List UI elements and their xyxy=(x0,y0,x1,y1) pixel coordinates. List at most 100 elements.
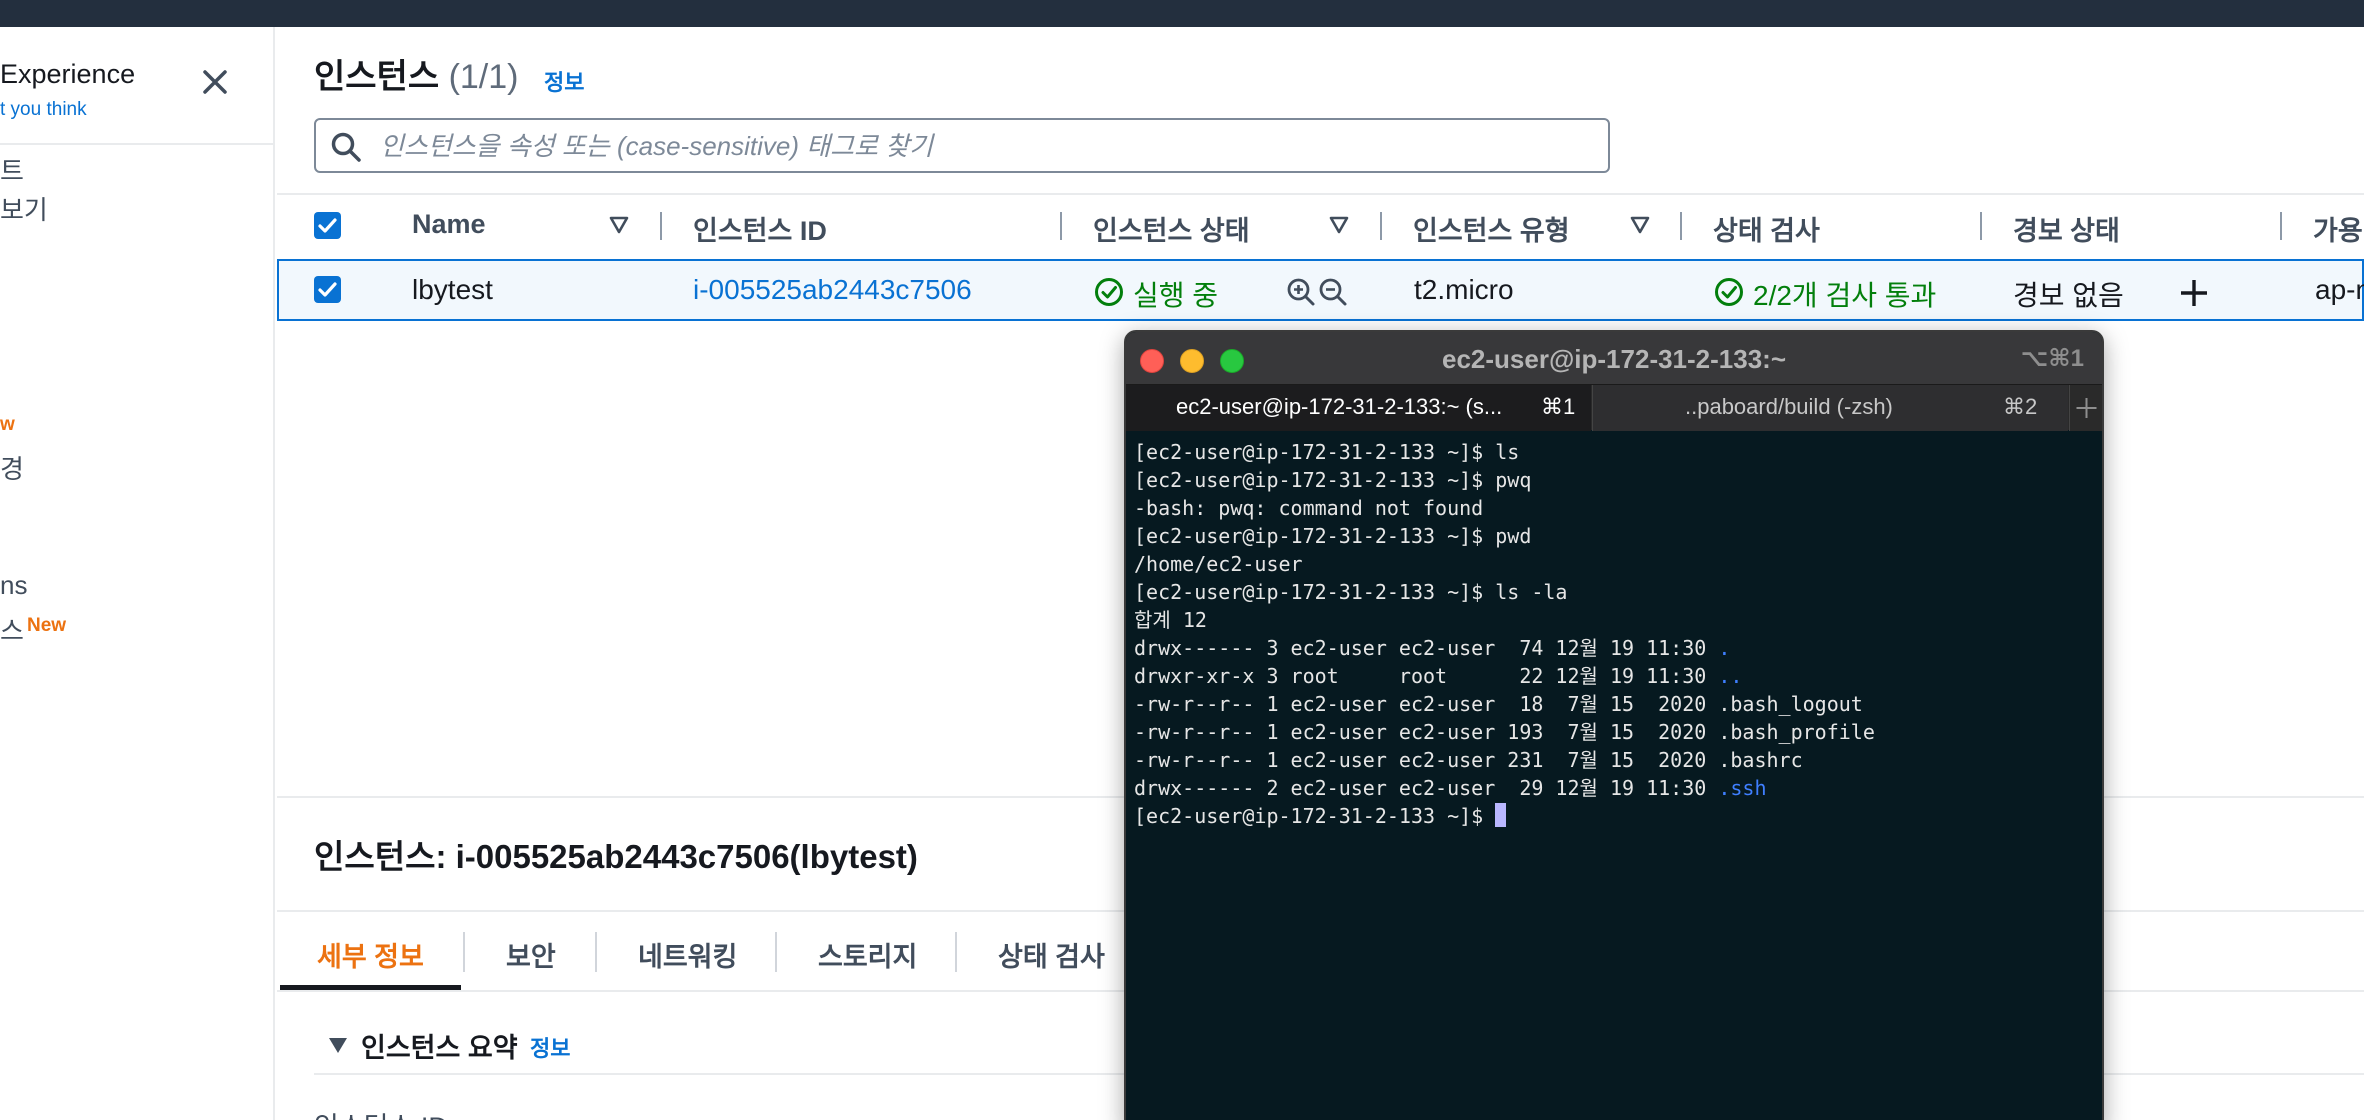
status-check-result[interactable]: 2/2개 검사 통과 xyxy=(1753,274,1936,314)
column-separator[interactable] xyxy=(1980,212,1982,240)
column-separator[interactable] xyxy=(660,212,662,240)
listing-info: drwxr-xr-x 3 root root 22 12월 19 11:30 xyxy=(1134,664,1719,688)
sort-down-icon[interactable] xyxy=(607,213,631,237)
instance-id-link[interactable]: i-005525ab2443c7506 xyxy=(693,274,972,306)
terminal-window[interactable]: ec2-user@ip-172-31-2-133:~ ⌥⌘1 ec2-user@… xyxy=(1124,330,2104,1120)
sidebar-item-4[interactable]: ns xyxy=(0,570,27,601)
select-all-checkbox[interactable] xyxy=(314,212,341,239)
tab-security[interactable]: 보안 xyxy=(506,935,556,974)
row-checkbox[interactable] xyxy=(314,276,341,303)
field-label-instance-id: 인스턴스 ID xyxy=(314,1105,448,1120)
terminal-shortcut: ⌥⌘1 xyxy=(2020,345,2084,372)
terminal-line: 합계 12 xyxy=(1134,608,1207,632)
info-link[interactable]: 정보 xyxy=(544,65,584,97)
sidebar-new-fragment: w xyxy=(0,414,15,435)
column-header-name[interactable]: Name xyxy=(412,209,486,240)
top-nav-bar xyxy=(0,0,2364,27)
detail-panel-title: 인스턴스: i-005525ab2443c7506(lbytest) xyxy=(314,838,918,875)
sort-down-icon[interactable] xyxy=(1327,213,1351,237)
column-separator[interactable] xyxy=(1380,212,1382,240)
listing-dir-name: .ssh xyxy=(1718,776,1767,800)
column-header-instance-type[interactable]: 인스턴스 유형 xyxy=(1413,209,1570,248)
check-circle-icon xyxy=(1094,277,1124,307)
terminal-line: [ec2-user@ip-172-31-2-133 ~]$ pwq xyxy=(1134,468,1532,492)
listing-line: -rw-r--r-- 1 ec2-user ec2-user 18 7월 15 … xyxy=(1134,690,2094,718)
page-title: 인스턴스 (1/1) xyxy=(314,49,519,98)
listing-info: -rw-r--r-- 1 ec2-user ec2-user 18 7월 15 … xyxy=(1134,692,1719,716)
caret-down-icon[interactable] xyxy=(327,1034,349,1056)
terminal-tab-1[interactable]: ec2-user@ip-172-31-2-133:~ (s... ⌘1 xyxy=(1126,385,1591,431)
terminal-line: -bash: pwq: command not found xyxy=(1134,496,1484,520)
sidebar-item-2[interactable]: 보기 xyxy=(0,190,48,227)
section-info-link[interactable]: 정보 xyxy=(530,1031,570,1063)
terminal-tab-2[interactable]: ..paboard/build (-zsh) ⌘2 xyxy=(1592,385,2068,431)
terminal-line: /home/ec2-user xyxy=(1134,552,1303,576)
search-icon xyxy=(330,131,362,163)
column-separator[interactable] xyxy=(2280,212,2282,240)
listing-line: -rw-r--r-- 1 ec2-user ec2-user 231 7월 15… xyxy=(1134,746,2094,774)
listing-info: -rw-r--r-- 1 ec2-user ec2-user 231 7월 15… xyxy=(1134,748,1719,772)
zoom-in-icon[interactable] xyxy=(1286,277,1316,307)
tab-separator xyxy=(463,932,465,972)
sort-down-icon[interactable] xyxy=(1628,213,1652,237)
listing-dir-name: .. xyxy=(1718,664,1743,688)
column-header-status-check[interactable]: 상태 검사 xyxy=(1713,209,1820,248)
zoom-out-icon[interactable] xyxy=(1318,277,1348,307)
terminal-title: ec2-user@ip-172-31-2-133:~ xyxy=(1441,344,1787,374)
terminal-titlebar[interactable]: ec2-user@ip-172-31-2-133:~ ⌥⌘1 xyxy=(1126,332,2102,384)
column-separator[interactable] xyxy=(1060,212,1062,240)
terminal-tab-shortcut: ⌘2 xyxy=(2003,394,2038,419)
terminal-tab-bar: ec2-user@ip-172-31-2-133:~ (s... ⌘1 ..pa… xyxy=(1126,384,2102,431)
terminal-tab-label: ec2-user@ip-172-31-2-133:~ (s... xyxy=(1176,394,1503,419)
listing-line: -rw-r--r-- 1 ec2-user ec2-user 193 7월 15… xyxy=(1134,718,2094,746)
terminal-line: [ec2-user@ip-172-31-2-133 ~]$ pwd xyxy=(1134,524,1532,548)
tab-separator xyxy=(775,932,777,972)
sidebar: Experience t you think 트 보기 w 경 ns 스 New xyxy=(0,27,275,1120)
column-header-alarm-status[interactable]: 경보 상태 xyxy=(2013,209,2120,248)
column-header-availability-zone[interactable]: 가용 영역 xyxy=(2313,209,2364,248)
listing-line: drwxr-xr-x 3 root root 22 12월 19 11:30 .… xyxy=(1134,662,2094,690)
listing-file-name: .bash_logout xyxy=(1718,692,1863,716)
feedback-link[interactable]: t you think xyxy=(0,99,87,121)
new-tab-button[interactable] xyxy=(2069,385,2102,431)
column-header-instance-id[interactable]: 인스턴스 ID xyxy=(693,209,827,248)
alarm-status: 경보 없음 xyxy=(2013,280,2124,311)
add-alarm-icon[interactable] xyxy=(2178,277,2210,309)
prompt-line[interactable]: [ec2-user@ip-172-31-2-133 ~]$ xyxy=(1134,802,2094,830)
tab-separator xyxy=(595,932,597,972)
listing-info: -rw-r--r-- 1 ec2-user ec2-user 193 7월 15… xyxy=(1134,720,1719,744)
sidebar-item-3[interactable]: 경 xyxy=(0,449,24,486)
listing-line: drwx------ 2 ec2-user ec2-user 29 12월 19… xyxy=(1134,774,2094,802)
terminal-tab-shortcut: ⌘1 xyxy=(1541,394,1576,419)
availability-zone: ap-north xyxy=(2315,274,2364,305)
column-separator[interactable] xyxy=(1680,212,1682,240)
instance-state: 실행 중 xyxy=(1133,280,1219,311)
listing-info: drwx------ 3 ec2-user ec2-user 74 12월 19… xyxy=(1134,636,1719,660)
sidebar-item-1[interactable]: 트 xyxy=(0,151,24,188)
listing-file-name: .bash_profile xyxy=(1718,720,1875,744)
tab-separator xyxy=(955,932,957,972)
search-input[interactable] xyxy=(380,126,1580,166)
table-row[interactable]: lbytest i-005525ab2443c7506 실행 중 t2.micr… xyxy=(277,259,2364,321)
tab-storage[interactable]: 스토리지 xyxy=(818,935,917,974)
tab-status-checks[interactable]: 상태 검사 xyxy=(998,935,1105,974)
text-cursor xyxy=(1495,803,1507,827)
listing-info: drwx------ 2 ec2-user ec2-user 29 12월 19… xyxy=(1134,776,1719,800)
terminal-output[interactable]: [ec2-user@ip-172-31-2-133 ~]$ ls [ec2-us… xyxy=(1134,438,2094,830)
sidebar-item-5[interactable]: 스 xyxy=(0,611,24,648)
sidebar-title: Experience xyxy=(0,59,136,89)
column-header-instance-state[interactable]: 인스턴스 상태 xyxy=(1093,209,1250,248)
tab-networking[interactable]: 네트워킹 xyxy=(638,935,737,974)
table-header: Name 인스턴스 ID 인스턴스 상태 인스턴스 유형 상태 검사 경보 상태… xyxy=(277,195,2364,255)
tab-details[interactable]: 세부 정보 xyxy=(317,935,424,974)
instance-type: t2.micro xyxy=(1414,274,1514,305)
page-title-text: 인스턴스 xyxy=(314,58,440,96)
instance-name: lbytest xyxy=(412,274,493,305)
search-box[interactable] xyxy=(314,118,1610,173)
instance-count: (1/1) xyxy=(448,58,519,96)
section-title[interactable]: 인스턴스 요약 xyxy=(361,1026,518,1065)
close-icon[interactable] xyxy=(196,63,234,101)
sidebar-divider xyxy=(0,143,273,145)
listing-dir-name: . xyxy=(1718,636,1731,660)
check-circle-icon xyxy=(1714,277,1744,307)
